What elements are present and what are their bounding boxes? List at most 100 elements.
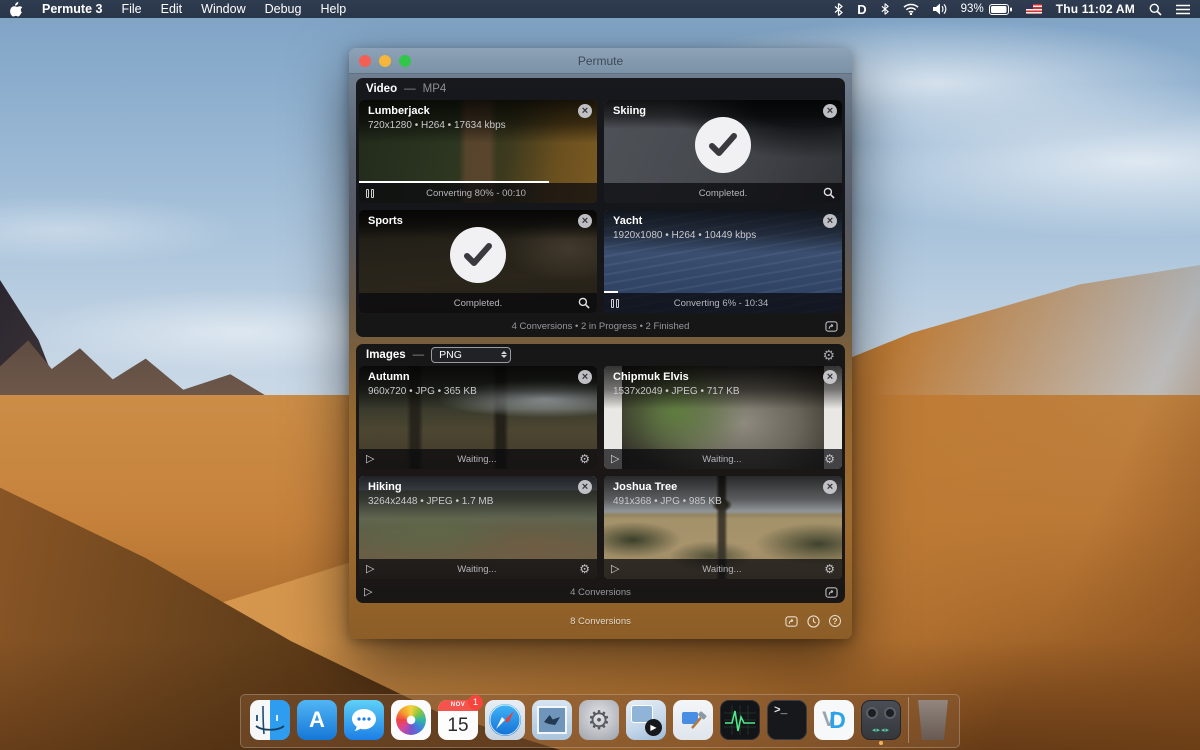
card-title: Lumberjack (368, 105, 588, 117)
d-app-menu-icon[interactable]: D (857, 2, 866, 17)
menu-clock[interactable]: Thu 11:02 AM (1056, 2, 1135, 16)
dock-app-store-icon[interactable]: A (297, 700, 337, 740)
close-window-button[interactable] (359, 55, 371, 67)
wifi-icon[interactable] (903, 3, 919, 15)
close-icon[interactable]: × (578, 104, 592, 118)
start-play-icon[interactable]: ▷ (611, 564, 619, 575)
minimize-window-button[interactable] (379, 55, 391, 67)
pause-icon[interactable] (611, 299, 619, 308)
volume-icon[interactable] (933, 3, 947, 15)
notification-center-icon[interactable] (1176, 4, 1190, 15)
dock-messages-icon[interactable] (344, 700, 384, 740)
battery-indicator[interactable]: 93% (961, 3, 1012, 15)
convert-queue-icon[interactable] (825, 586, 838, 599)
conversion-card-lumberjack[interactable]: Lumberjack 720x1280 • H264 • 17634 kbps … (359, 100, 597, 203)
images-section-title: Images (366, 349, 406, 361)
input-source-flag-icon[interactable] (1026, 4, 1042, 14)
close-icon[interactable]: × (578, 214, 592, 228)
dock-safari-icon[interactable] (485, 700, 525, 740)
card-settings-gear-icon[interactable]: ⚙ (824, 453, 835, 465)
bluetooth-icon[interactable] (881, 3, 889, 15)
close-icon[interactable]: × (823, 480, 837, 494)
video-section-footer: 4 Conversions • 2 in Progress • 2 Finish… (356, 316, 845, 337)
dock-permute-icon[interactable]: ◂▸◂▸ (861, 700, 901, 740)
dock-separator (908, 697, 909, 743)
help-icon[interactable]: ? (829, 615, 841, 627)
images-section-footer: ▷ 4 Conversions (356, 582, 845, 603)
start-play-icon[interactable]: ▷ (366, 564, 374, 575)
apple-menu-icon[interactable] (10, 2, 23, 17)
dock-instruments-icon[interactable] (720, 700, 760, 740)
card-subtitle: 3264x2448 • JPEG • 1.7 MB (368, 496, 588, 507)
start-play-icon[interactable]: ▷ (611, 454, 619, 465)
menu-file[interactable]: File (121, 2, 141, 16)
card-status: Waiting... (374, 564, 579, 575)
gear-icon: ⚙ (587, 707, 610, 733)
battery-icon (989, 4, 1012, 15)
menu-debug[interactable]: Debug (265, 2, 302, 16)
format-popup-button[interactable]: PNG (431, 347, 511, 363)
card-status: Converting 6% - 10:34 (619, 298, 823, 309)
history-clock-icon[interactable] (807, 615, 820, 628)
conversion-card-joshua-tree[interactable]: Joshua Tree 491x368 • JPG • 985 KB × ▷ W… (604, 476, 842, 579)
battery-percent-label: 93% (961, 3, 984, 15)
card-subtitle: 960x720 • JPG • 365 KB (368, 386, 588, 397)
video-section-title: Video (366, 83, 397, 95)
card-settings-gear-icon[interactable]: ⚙ (579, 563, 590, 575)
video-section-header: Video — MP4 (356, 78, 845, 99)
card-settings-gear-icon[interactable]: ⚙ (824, 563, 835, 575)
dock-terminal-icon[interactable]: >_ (767, 700, 807, 740)
window-body: Video — MP4 Lumberjack 720x1280 • H264 •… (349, 74, 852, 639)
dock-xcode-icon[interactable] (673, 700, 713, 740)
section-settings-gear-icon[interactable]: ⚙ (822, 348, 835, 362)
images-section-header: Images — PNG ⚙ (356, 344, 845, 365)
conversion-card-sports[interactable]: Sports × Completed. (359, 210, 597, 313)
window-titlebar[interactable]: Permute (349, 48, 852, 74)
dock-videoduke-icon[interactable]: V D (814, 700, 854, 740)
card-subtitle: 720x1280 • H264 • 17634 kbps (368, 120, 588, 131)
card-subtitle: 1537x2049 • JPEG • 717 KB (613, 386, 833, 397)
menu-app-name[interactable]: Permute 3 (42, 2, 102, 16)
start-all-play-icon[interactable]: ▷ (364, 587, 372, 598)
start-play-icon[interactable]: ▷ (366, 454, 374, 465)
menu-edit[interactable]: Edit (161, 2, 183, 16)
conversion-card-hiking[interactable]: Hiking 3264x2448 • JPEG • 1.7 MB × ▷ Wai… (359, 476, 597, 579)
close-icon[interactable]: × (578, 480, 592, 494)
completed-check-icon (695, 117, 751, 173)
preview-magnifier-icon[interactable] (823, 187, 835, 199)
images-footer-summary: 4 Conversions (570, 587, 631, 598)
spotlight-search-icon[interactable] (1149, 3, 1162, 16)
conversion-card-autumn[interactable]: Autumn 960x720 • JPG • 365 KB × ▷ Waitin… (359, 366, 597, 469)
pause-icon[interactable] (366, 189, 374, 198)
card-settings-gear-icon[interactable]: ⚙ (579, 453, 590, 465)
images-card-grid: Autumn 960x720 • JPG • 365 KB × ▷ Waitin… (356, 365, 845, 582)
close-icon[interactable]: × (823, 104, 837, 118)
dock-trash-icon[interactable] (916, 700, 950, 740)
close-icon[interactable]: × (823, 370, 837, 384)
menu-bar: Permute 3 File Edit Window Debug Help D … (0, 0, 1200, 18)
dock-finder-icon[interactable] (250, 700, 290, 740)
card-status: Waiting... (374, 454, 579, 465)
conversion-card-yacht[interactable]: Yacht 1920x1080 • H264 • 10449 kbps × Co… (604, 210, 842, 313)
zoom-window-button[interactable] (399, 55, 411, 67)
convert-queue-icon[interactable] (825, 320, 838, 333)
preview-magnifier-icon[interactable] (578, 297, 590, 309)
menu-window[interactable]: Window (201, 2, 245, 16)
card-title: Chipmuk Elvis (613, 371, 833, 383)
conversion-card-chipmuk-elvis[interactable]: Chipmuk Elvis 1537x2049 • JPEG • 717 KB … (604, 366, 842, 469)
dock-system-preferences-icon[interactable]: ⚙ (579, 700, 619, 740)
card-title: Joshua Tree (613, 481, 833, 493)
bluetooth-device-icon[interactable] (834, 3, 843, 16)
dock-mail-icon[interactable] (532, 700, 572, 740)
dock-photos-icon[interactable] (391, 700, 431, 740)
dock-calendar-icon[interactable]: NOV 15 1 (438, 700, 478, 740)
convert-queue-icon[interactable] (785, 615, 798, 628)
total-conversions-summary: 8 Conversions (570, 616, 631, 627)
menu-help[interactable]: Help (320, 2, 346, 16)
close-icon[interactable]: × (578, 370, 592, 384)
card-title: Yacht (613, 215, 833, 227)
conversion-card-skiing[interactable]: Skiing × Completed. (604, 100, 842, 203)
popup-chevrons-icon (497, 348, 510, 362)
close-icon[interactable]: × (823, 214, 837, 228)
dock-script-editor-icon[interactable]: ▶ (626, 700, 666, 740)
